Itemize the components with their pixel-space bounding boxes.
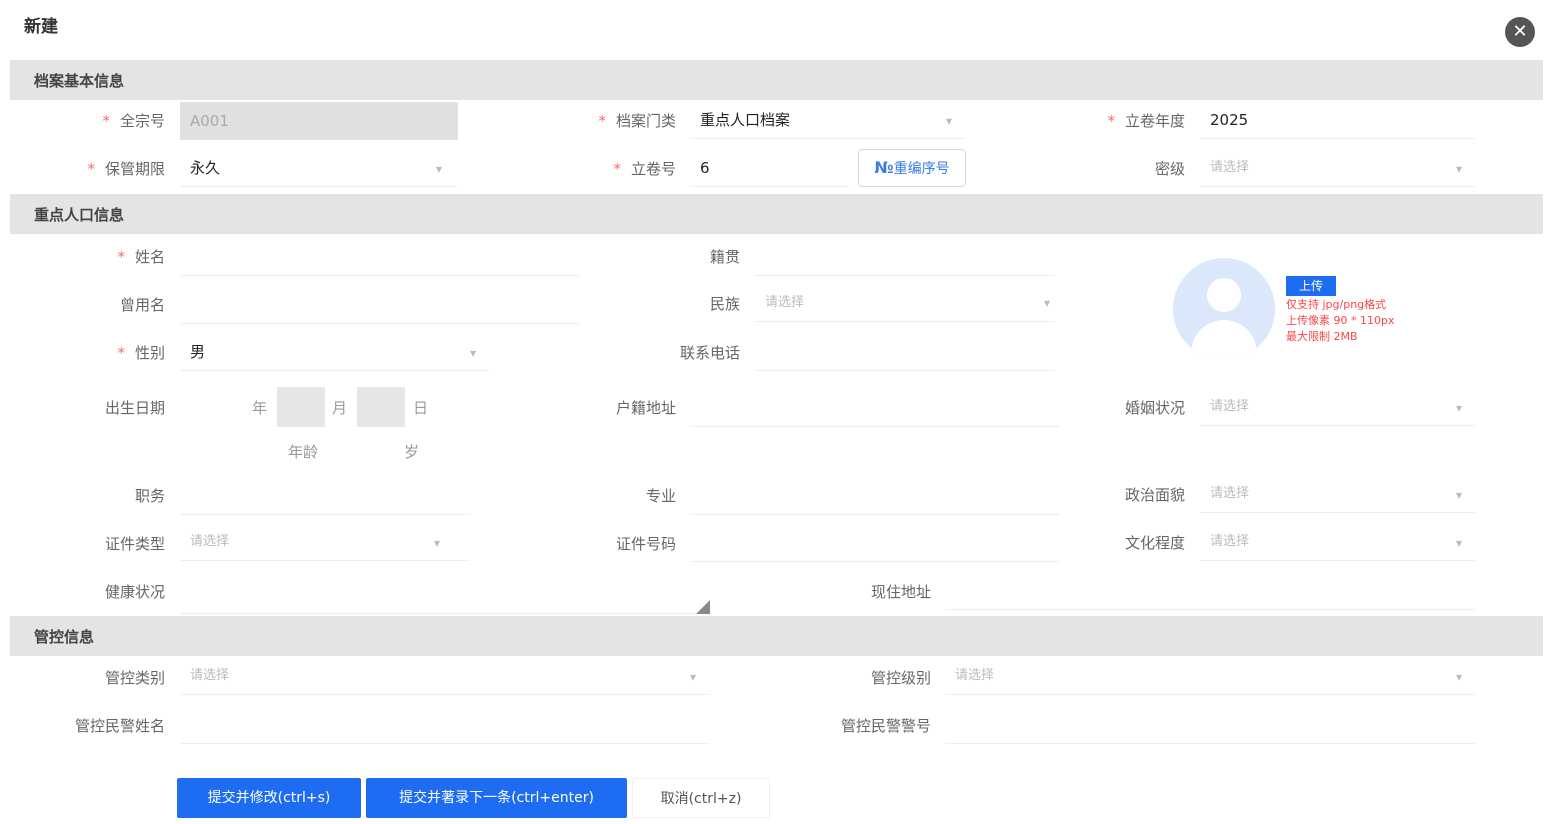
section-header-basic: 档案基本信息: [10, 60, 1543, 100]
month-unit: 月: [332, 399, 348, 417]
retention-label: 保管期限: [0, 159, 165, 179]
officer-name-field[interactable]: [180, 706, 710, 744]
chevron-down-icon: ▾: [469, 346, 477, 360]
job-field[interactable]: [180, 477, 470, 515]
control-level-label: 管控级别: [870, 669, 931, 687]
job-label: 职务: [134, 487, 165, 505]
section-title: 档案基本信息: [34, 72, 125, 90]
day-unit: 日: [413, 399, 429, 417]
chevron-down-icon: ▾: [1455, 162, 1463, 176]
dialog-title: 新建: [24, 17, 58, 37]
ethnic-select[interactable]: 请选择: [755, 284, 1055, 322]
control-type-label: 管控类别: [104, 669, 165, 687]
gender-label: 性别: [0, 343, 165, 363]
gender-select[interactable]: 男: [180, 333, 490, 371]
secret-select[interactable]: 请选择: [1200, 149, 1475, 187]
ethnic-label: 民族: [709, 295, 740, 313]
political-select[interactable]: 请选择: [1200, 475, 1475, 513]
quanzong-field[interactable]: A001: [180, 102, 458, 140]
idtype-select[interactable]: 请选择: [180, 523, 470, 561]
idtype-label: 证件类型: [104, 535, 165, 553]
category-label: 档案门类: [476, 111, 676, 131]
birth-label: 出生日期: [104, 399, 165, 417]
upload-hint: 仅支持 jpg/png格式: [1286, 298, 1387, 311]
phone-label: 联系电话: [679, 344, 740, 362]
section-title: 管控信息: [34, 628, 95, 646]
officer-no-field[interactable]: [945, 706, 1475, 744]
marital-select[interactable]: 请选择: [1200, 388, 1475, 426]
chevron-down-icon: ▾: [1455, 536, 1463, 550]
alias-label: 曾用名: [119, 296, 165, 314]
section-title: 重点人口信息: [34, 206, 125, 224]
origin-label: 籍贯: [709, 248, 740, 266]
category-select[interactable]: 重点人口档案: [690, 101, 965, 139]
age-label: 年龄: [288, 443, 319, 461]
health-label: 健康状况: [104, 583, 165, 601]
name-field[interactable]: [180, 238, 580, 276]
marital-label: 婚姻状况: [1124, 399, 1185, 417]
quanzong-label: 全宗号: [0, 111, 165, 131]
section-header-control: 管控信息: [10, 616, 1543, 656]
year-field[interactable]: 2025: [1200, 101, 1475, 139]
chevron-down-icon: ▾: [1455, 401, 1463, 415]
year-unit: 年: [252, 399, 268, 417]
residence-field[interactable]: [945, 572, 1475, 610]
officer-no-label: 管控民警警号: [840, 717, 931, 735]
political-label: 政治面貌: [1124, 486, 1185, 504]
control-level-select[interactable]: 请选择: [945, 657, 1475, 695]
birth-day-input[interactable]: [357, 387, 405, 427]
age-unit: 岁: [404, 443, 420, 461]
name-label: 姓名: [0, 247, 165, 267]
chevron-down-icon: ▾: [435, 162, 443, 176]
chevron-down-icon: ▾: [1455, 488, 1463, 502]
section-header-population: 重点人口信息: [10, 194, 1543, 234]
household-label: 户籍地址: [615, 399, 676, 417]
user-avatar-icon: [1173, 258, 1275, 360]
renumber-label: 重编序号: [893, 161, 950, 177]
cancel-button[interactable]: 取消(ctrl+z): [632, 778, 770, 818]
volume-label: 立卷号: [476, 159, 676, 179]
close-icon[interactable]: ✕: [1505, 17, 1535, 47]
education-label: 文化程度: [1124, 534, 1185, 552]
idno-label: 证件号码: [615, 535, 676, 553]
chevron-down-icon: ▾: [945, 114, 953, 128]
upload-button[interactable]: 上传: [1286, 276, 1336, 296]
birth-month-input[interactable]: [277, 387, 325, 427]
chevron-down-icon: ▾: [1043, 296, 1051, 310]
health-textarea[interactable]: [180, 572, 710, 614]
chevron-down-icon: ▾: [1455, 670, 1463, 684]
submit-next-button[interactable]: 提交并著录下一条(ctrl+enter): [366, 778, 627, 818]
upload-hint: 最大限制 2MB: [1286, 330, 1358, 343]
retention-select[interactable]: 永久: [180, 149, 458, 187]
control-type-select[interactable]: 请选择: [180, 657, 710, 695]
chevron-down-icon: ▾: [433, 536, 441, 550]
volume-field[interactable]: 6: [690, 149, 850, 187]
origin-field[interactable]: [755, 238, 1055, 276]
upload-hint: 上传像素 90 * 110px: [1286, 314, 1395, 327]
resize-handle-icon[interactable]: [696, 600, 710, 614]
secret-label: 密级: [1154, 160, 1185, 178]
year-label: 立卷年度: [985, 111, 1185, 131]
renumber-button[interactable]: №重编序号: [858, 149, 966, 187]
education-select[interactable]: 请选择: [1200, 523, 1475, 561]
phone-field[interactable]: [755, 333, 1055, 371]
residence-label: 现住地址: [870, 583, 931, 601]
chevron-down-icon: ▾: [689, 670, 697, 684]
submit-edit-button[interactable]: 提交并修改(ctrl+s): [177, 778, 361, 818]
alias-field[interactable]: [180, 286, 580, 324]
number-sign-icon: №: [874, 158, 894, 177]
major-label: 专业: [645, 487, 676, 505]
officer-name-label: 管控民警姓名: [74, 717, 165, 735]
